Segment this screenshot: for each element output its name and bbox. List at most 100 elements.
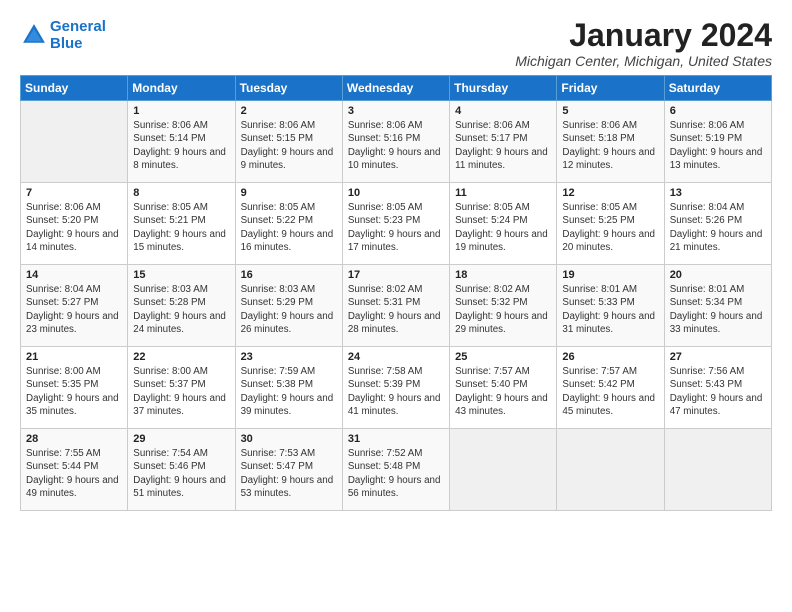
calendar-cell: 12 Sunrise: 8:05 AMSunset: 5:25 PMDayligh… (557, 183, 664, 265)
day-number: 3 (348, 105, 444, 117)
calendar-cell: 15 Sunrise: 8:03 AMSunset: 5:28 PMDayligh… (128, 265, 235, 347)
calendar-cell: 5Sunrise: 8:06 AMSunset: 5:18 PMDaylight… (557, 101, 664, 183)
day-number: 11 (455, 187, 551, 199)
calendar-cell: 28Sunrise: 7:55 AMSunset: 5:44 PMDayligh… (21, 429, 128, 511)
cell-content: Sunrise: 7:58 AMSunset: 5:39 PMDaylight:… (348, 365, 444, 418)
cell-content: Sunrise: 8:06 AMSunset: 5:16 PMDaylight:… (348, 119, 444, 172)
day-number: 14 (26, 269, 122, 281)
cell-content: Sunrise: 8:06 AMSunset: 5:20 PMDaylight:… (26, 201, 122, 254)
cell-content: Sunrise: 8:06 AMSunset: 5:19 PMDaylight:… (670, 119, 766, 172)
calendar-cell: 14Sunrise: 8:04 AMSunset: 5:27 PMDayligh… (21, 265, 128, 347)
header-saturday: Saturday (664, 76, 771, 101)
cell-content: Sunrise: 8:05 AMSunset: 5:25 PMDaylight:… (562, 201, 658, 254)
calendar-cell (21, 101, 128, 183)
cell-content: Sunrise: 8:01 AMSunset: 5:34 PMDaylight:… (670, 283, 766, 336)
day-number: 17 (348, 269, 444, 281)
cell-content: Sunrise: 8:00 AMSunset: 5:35 PMDaylight:… (26, 365, 122, 418)
day-number: 7 (26, 187, 122, 199)
calendar-cell: 13 Sunrise: 8:04 AMSunset: 5:26 PMDayligh… (664, 183, 771, 265)
calendar-cell (557, 429, 664, 511)
calendar-cell: 1Sunrise: 8:06 AMSunset: 5:14 PMDaylight… (128, 101, 235, 183)
calendar-cell: 2 Sunrise: 8:06 AMSunset: 5:15 PMDaylight… (235, 101, 342, 183)
cell-content: Sunrise: 8:04 AMSunset: 5:26 PMDaylight:… (670, 201, 766, 254)
calendar-week-4: 21 Sunrise: 8:00 AMSunset: 5:35 PMDayligh… (21, 347, 772, 429)
logo-blue: Blue (50, 35, 83, 52)
calendar-cell: 17 Sunrise: 8:02 AMSunset: 5:31 PMDayligh… (342, 265, 449, 347)
day-number: 28 (26, 433, 122, 445)
logo: General Blue (20, 18, 106, 53)
day-number: 6 (670, 105, 766, 117)
calendar-cell: 21 Sunrise: 8:00 AMSunset: 5:35 PMDayligh… (21, 347, 128, 429)
title-block: January 2024 Michigan Center, Michigan, … (515, 18, 772, 69)
calendar-week-2: 7 Sunrise: 8:06 AMSunset: 5:20 PMDaylight… (21, 183, 772, 265)
calendar-cell: 27Sunrise: 7:56 AMSunset: 5:43 PMDayligh… (664, 347, 771, 429)
day-number: 24 (348, 351, 444, 363)
header-row: General Blue January 2024 Michigan Cente… (20, 18, 772, 69)
day-number: 12 (562, 187, 658, 199)
day-number: 22 (133, 351, 229, 363)
cell-content: Sunrise: 7:59 AMSunset: 5:38 PMDaylight:… (241, 365, 337, 418)
cell-content: Sunrise: 8:05 AMSunset: 5:22 PMDaylight:… (241, 201, 337, 254)
day-number: 2 (241, 105, 337, 117)
cell-content: Sunrise: 8:06 AMSunset: 5:15 PMDaylight:… (241, 119, 337, 172)
cell-content: Sunrise: 7:57 AMSunset: 5:40 PMDaylight:… (455, 365, 551, 418)
header-wednesday: Wednesday (342, 76, 449, 101)
day-number: 26 (562, 351, 658, 363)
calendar-cell: 4 Sunrise: 8:06 AMSunset: 5:17 PMDaylight… (450, 101, 557, 183)
cell-content: Sunrise: 8:02 AMSunset: 5:31 PMDaylight:… (348, 283, 444, 336)
day-number: 4 (455, 105, 551, 117)
location: Michigan Center, Michigan, United States (515, 53, 772, 69)
cell-content: Sunrise: 7:54 AMSunset: 5:46 PMDaylight:… (133, 447, 229, 500)
day-number: 25 (455, 351, 551, 363)
cell-content: Sunrise: 7:57 AMSunset: 5:42 PMDaylight:… (562, 365, 658, 418)
page-container: General Blue January 2024 Michigan Cente… (0, 0, 792, 521)
calendar-cell: 7 Sunrise: 8:06 AMSunset: 5:20 PMDaylight… (21, 183, 128, 265)
calendar-cell: 16 Sunrise: 8:03 AMSunset: 5:29 PMDayligh… (235, 265, 342, 347)
cell-content: Sunrise: 7:52 AMSunset: 5:48 PMDaylight:… (348, 447, 444, 500)
day-number: 8 (133, 187, 229, 199)
calendar-cell: 6 Sunrise: 8:06 AMSunset: 5:19 PMDaylight… (664, 101, 771, 183)
header-sunday: Sunday (21, 76, 128, 101)
calendar-cell (664, 429, 771, 511)
day-number: 21 (26, 351, 122, 363)
day-number: 31 (348, 433, 444, 445)
day-number: 15 (133, 269, 229, 281)
day-number: 1 (133, 105, 229, 117)
calendar-cell: 18Sunrise: 8:02 AMSunset: 5:32 PMDayligh… (450, 265, 557, 347)
calendar-week-1: 1Sunrise: 8:06 AMSunset: 5:14 PMDaylight… (21, 101, 772, 183)
header-friday: Friday (557, 76, 664, 101)
calendar-cell: 3 Sunrise: 8:06 AMSunset: 5:16 PMDaylight… (342, 101, 449, 183)
cell-content: Sunrise: 8:03 AMSunset: 5:29 PMDaylight:… (241, 283, 337, 336)
calendar-week-5: 28Sunrise: 7:55 AMSunset: 5:44 PMDayligh… (21, 429, 772, 511)
calendar-table: SundayMondayTuesdayWednesdayThursdayFrid… (20, 75, 772, 511)
day-number: 29 (133, 433, 229, 445)
cell-content: Sunrise: 8:00 AMSunset: 5:37 PMDaylight:… (133, 365, 229, 418)
cell-content: Sunrise: 8:05 AMSunset: 5:23 PMDaylight:… (348, 201, 444, 254)
calendar-cell: 11Sunrise: 8:05 AMSunset: 5:24 PMDayligh… (450, 183, 557, 265)
calendar-cell: 25 Sunrise: 7:57 AMSunset: 5:40 PMDayligh… (450, 347, 557, 429)
cell-content: Sunrise: 8:05 AMSunset: 5:21 PMDaylight:… (133, 201, 229, 254)
cell-content: Sunrise: 8:02 AMSunset: 5:32 PMDaylight:… (455, 283, 551, 336)
calendar-cell: 30Sunrise: 7:53 AMSunset: 5:47 PMDayligh… (235, 429, 342, 511)
day-number: 30 (241, 433, 337, 445)
day-number: 20 (670, 269, 766, 281)
cell-content: Sunrise: 7:56 AMSunset: 5:43 PMDaylight:… (670, 365, 766, 418)
logo-icon (20, 21, 48, 49)
cell-content: Sunrise: 8:06 AMSunset: 5:17 PMDaylight:… (455, 119, 551, 172)
calendar-cell: 9Sunrise: 8:05 AMSunset: 5:22 PMDaylight… (235, 183, 342, 265)
header-monday: Monday (128, 76, 235, 101)
cell-content: Sunrise: 8:03 AMSunset: 5:28 PMDaylight:… (133, 283, 229, 336)
day-number: 19 (562, 269, 658, 281)
day-number: 16 (241, 269, 337, 281)
day-number: 23 (241, 351, 337, 363)
calendar-cell: 23 Sunrise: 7:59 AMSunset: 5:38 PMDayligh… (235, 347, 342, 429)
day-number: 13 (670, 187, 766, 199)
calendar-cell: 29 Sunrise: 7:54 AMSunset: 5:46 PMDayligh… (128, 429, 235, 511)
calendar-cell (450, 429, 557, 511)
cell-content: Sunrise: 8:01 AMSunset: 5:33 PMDaylight:… (562, 283, 658, 336)
day-number: 10 (348, 187, 444, 199)
month-title: January 2024 (515, 18, 772, 53)
calendar-cell: 8 Sunrise: 8:05 AMSunset: 5:21 PMDaylight… (128, 183, 235, 265)
calendar-cell: 10 Sunrise: 8:05 AMSunset: 5:23 PMDayligh… (342, 183, 449, 265)
calendar-cell: 31 Sunrise: 7:52 AMSunset: 5:48 PMDayligh… (342, 429, 449, 511)
